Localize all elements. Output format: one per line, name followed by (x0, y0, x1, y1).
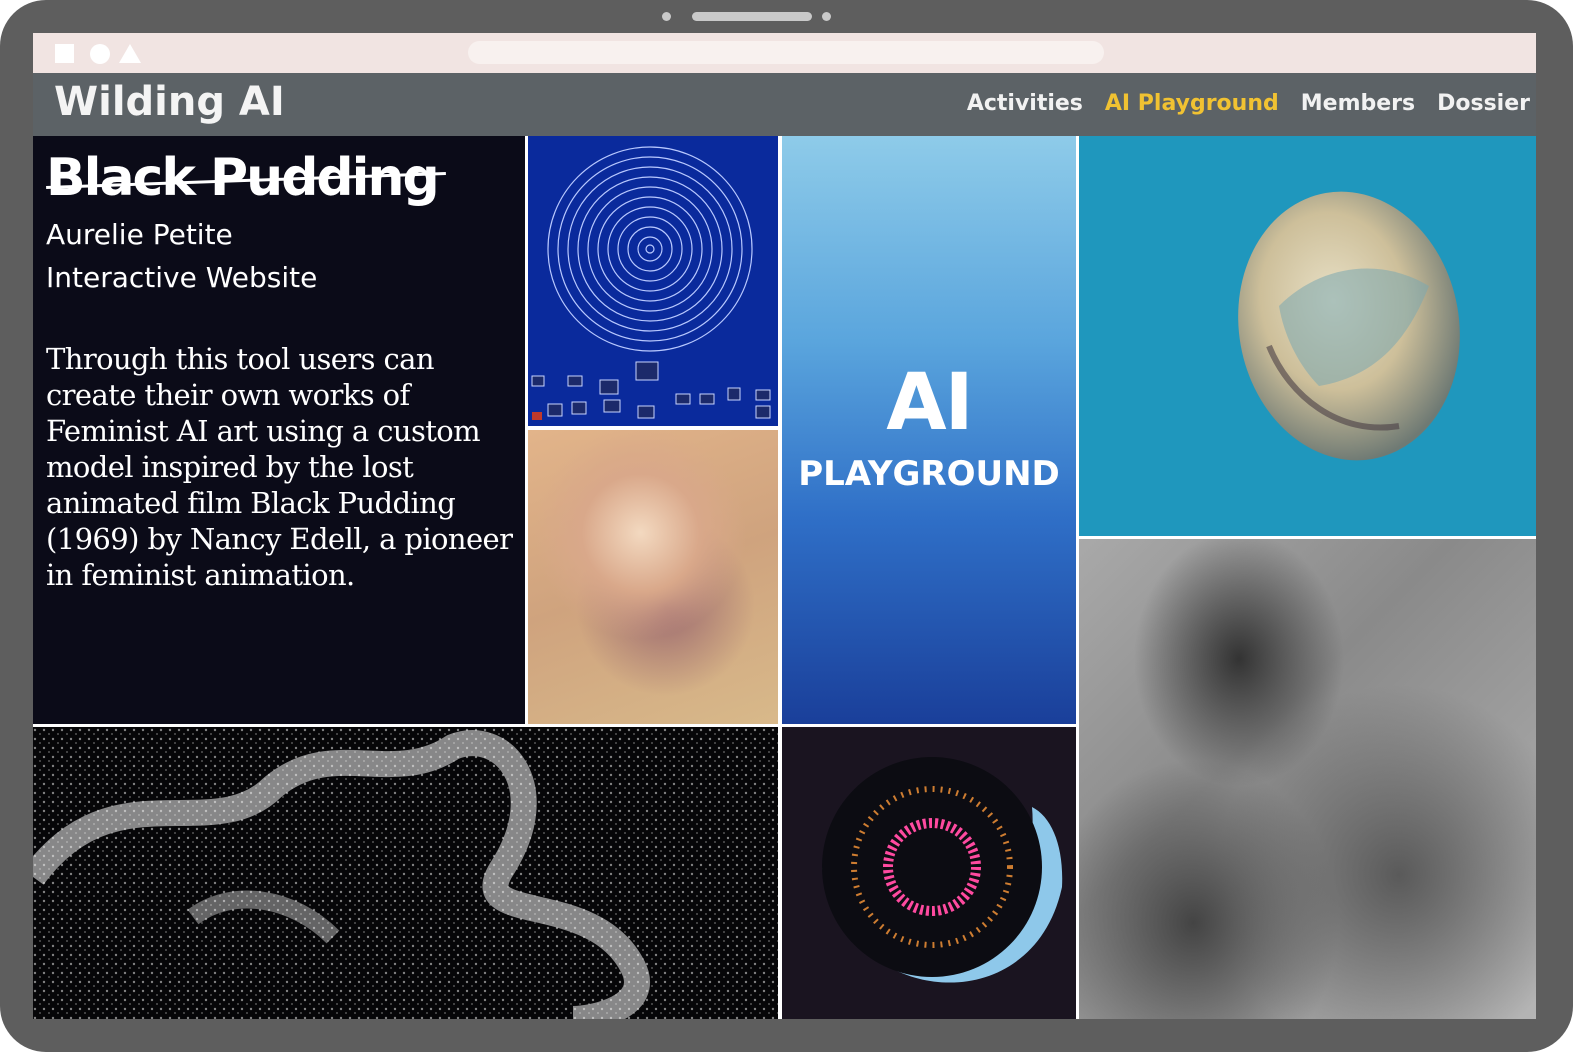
main-nav: Activities AI Playground Members Dossier (967, 91, 1530, 116)
address-bar[interactable] (468, 41, 1104, 64)
project-author: Aurelie Petite (46, 218, 233, 251)
orb-artwork-tile[interactable] (1079, 136, 1536, 536)
ai-playground-tile[interactable]: AI PLAYGROUND (782, 136, 1076, 724)
site-logo[interactable]: Wilding AI (54, 79, 285, 125)
square-icon (55, 44, 74, 63)
nav-ai-playground[interactable]: AI Playground (1105, 91, 1279, 116)
ink-artwork-tile[interactable] (1079, 539, 1536, 1019)
spiral-artwork-tile[interactable] (528, 136, 778, 426)
browser-chrome (33, 33, 1536, 73)
sensor-dot (822, 12, 831, 21)
circle-icon (90, 44, 110, 64)
playground-subtitle: PLAYGROUND (798, 454, 1060, 494)
particle-artwork-tile[interactable] (33, 727, 778, 1019)
camera-dot (662, 12, 671, 21)
nav-dossier[interactable]: Dossier (1437, 91, 1530, 116)
ring-artwork-tile[interactable] (782, 727, 1076, 1019)
ring-image (782, 727, 1076, 1019)
spiral-image (531, 146, 771, 420)
playground-title: AI (886, 358, 973, 448)
flower-artwork-tile[interactable] (528, 430, 778, 724)
project-title: Black Pudding (46, 148, 446, 208)
speaker-slot (692, 12, 812, 21)
nav-members[interactable]: Members (1301, 91, 1415, 116)
orb-image (1238, 191, 1460, 461)
triangle-icon (119, 44, 141, 63)
project-type: Interactive Website (46, 261, 318, 294)
particle-image (33, 727, 778, 1019)
browser-screen: Wilding AI Activities AI Playground Memb… (33, 33, 1536, 1019)
device-frame: Wilding AI Activities AI Playground Memb… (0, 0, 1573, 1052)
project-info-panel: Black Pudding Aurelie Petite Interactive… (33, 136, 525, 724)
nav-activities[interactable]: Activities (967, 91, 1083, 116)
project-description: Through this tool users can create their… (46, 342, 513, 592)
site-header: Wilding AI Activities AI Playground Memb… (33, 73, 1536, 136)
